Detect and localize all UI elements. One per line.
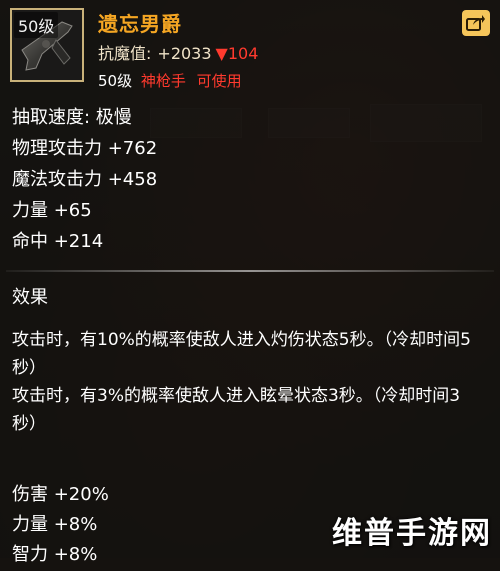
resist-value: +2033 [157,44,212,63]
share-button[interactable] [462,10,490,36]
resist-label: 抗魔值: [98,44,152,63]
required-class: 神枪手 [140,72,186,90]
section-divider [6,270,494,272]
share-icon [466,15,485,31]
item-tooltip: 50级 遗忘男爵 抗魔值: +2033 ▼104 50级 神枪手 可使用 抽取速度:… [0,0,500,565]
requirement-row: 50级 神枪手 可使用 [98,70,242,91]
effects-title: 效果 [12,287,48,308]
effect-line: 攻击时，有10%的概率使敌人进入灼伤状态5秒。（冷却时间5秒） [12,330,471,378]
effects-list: 攻击时，有10%的概率使敌人进入灼伤状态5秒。（冷却时间5秒） 攻击时，有3%的… [12,326,480,438]
bonus-line: 伤害 +20% [12,484,109,505]
required-level: 50级 [98,72,133,90]
site-watermark: 维普手游网 [332,516,492,551]
stat-line: 物理攻击力 +762 [12,138,158,159]
effect-line: 攻击时，有3%的概率使敌人进入眩晕状态3秒。（冷却时间3秒） [12,386,461,434]
item-header: 50级 遗忘男爵 抗魔值: +2033 ▼104 50级 神枪手 可使用 [0,0,500,92]
stat-line: 力量 +65 [12,200,92,221]
stat-line: 抽取速度: 极慢 [12,107,132,128]
resist-delta: ▼104 [215,44,259,63]
stat-line: 魔法攻击力 +458 [12,169,158,190]
item-name: 遗忘男爵 [98,12,182,36]
usable-status: 可使用 [196,72,242,90]
stat-line: 命中 +214 [12,231,104,252]
item-level-badge: 50级 [14,12,59,38]
resist-row: 抗魔值: +2033 ▼104 [98,40,258,64]
item-icon: 50级 [10,8,84,82]
stats-list: 抽取速度: 极慢 物理攻击力 +762 魔法攻击力 +458 力量 +65 命中… [12,104,492,259]
